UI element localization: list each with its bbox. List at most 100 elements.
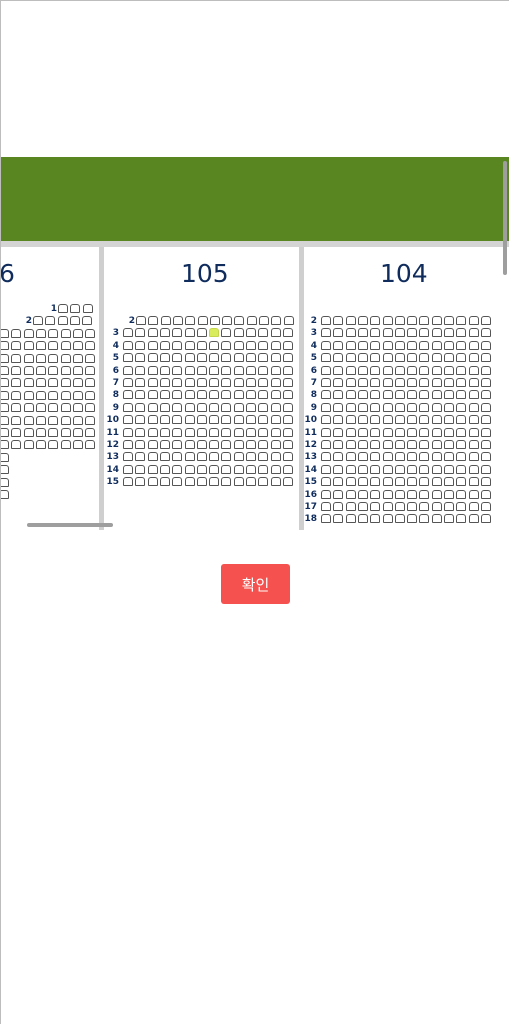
confirm-button[interactable]: 확인 [221, 564, 290, 604]
seat[interactable] [11, 378, 22, 388]
seat[interactable] [233, 402, 244, 412]
seat[interactable] [333, 390, 344, 400]
seat[interactable] [282, 328, 293, 338]
seat[interactable] [72, 440, 83, 450]
seat[interactable] [407, 477, 418, 487]
seat[interactable] [60, 403, 71, 413]
seat[interactable] [1, 452, 9, 462]
seat[interactable] [159, 440, 170, 449]
seat[interactable] [160, 316, 171, 325]
seat[interactable] [333, 316, 344, 325]
seat[interactable] [221, 402, 232, 412]
seat[interactable] [159, 378, 170, 387]
seat[interactable] [345, 316, 356, 325]
seat[interactable] [321, 365, 331, 375]
seat[interactable] [407, 464, 418, 474]
seat[interactable] [321, 440, 331, 449]
seat[interactable] [246, 390, 256, 400]
seat[interactable] [345, 378, 356, 387]
seat[interactable] [407, 427, 418, 437]
seat[interactable] [444, 415, 454, 425]
seat[interactable] [407, 365, 418, 375]
seat[interactable] [23, 415, 34, 425]
seat[interactable] [394, 427, 405, 437]
seat[interactable] [357, 464, 368, 474]
seat[interactable] [233, 464, 244, 474]
seat[interactable] [468, 378, 479, 387]
seat[interactable] [431, 365, 442, 375]
seat[interactable] [123, 365, 133, 375]
seat[interactable] [147, 353, 158, 363]
seat[interactable] [209, 340, 220, 350]
seat[interactable] [135, 415, 146, 425]
seat[interactable] [45, 316, 56, 326]
seat[interactable] [419, 415, 430, 425]
seat[interactable] [123, 328, 133, 338]
seat[interactable] [480, 365, 491, 375]
seat[interactable] [282, 427, 293, 437]
seat[interactable] [123, 402, 133, 412]
seat[interactable] [135, 477, 146, 487]
seat[interactable] [196, 340, 207, 350]
seat[interactable] [382, 402, 393, 412]
seat[interactable] [147, 440, 158, 449]
seat[interactable] [282, 378, 293, 387]
seat[interactable] [468, 353, 479, 363]
seat[interactable] [321, 353, 331, 363]
seat[interactable] [85, 353, 96, 363]
seat[interactable] [468, 489, 479, 499]
seat[interactable] [370, 477, 381, 487]
seat[interactable] [419, 502, 430, 511]
seat[interactable] [382, 316, 393, 325]
seat[interactable] [333, 440, 344, 449]
seat[interactable] [72, 378, 83, 388]
seat[interactable] [419, 452, 430, 462]
seat[interactable] [221, 452, 232, 462]
seat[interactable] [456, 353, 467, 363]
seat[interactable] [1, 403, 9, 413]
seat[interactable] [246, 378, 256, 387]
seat[interactable] [407, 378, 418, 387]
seat[interactable] [370, 365, 381, 375]
seat[interactable] [57, 316, 68, 326]
seat[interactable] [333, 477, 344, 487]
seat[interactable] [480, 328, 491, 338]
seat[interactable] [1, 390, 9, 400]
seat[interactable] [394, 464, 405, 474]
seat[interactable] [468, 402, 479, 412]
seat[interactable] [11, 440, 22, 450]
seat[interactable] [270, 402, 281, 412]
seat[interactable] [135, 365, 146, 375]
seat[interactable] [172, 452, 183, 462]
seat[interactable] [456, 415, 467, 425]
seat[interactable] [258, 402, 269, 412]
seat[interactable] [357, 415, 368, 425]
seat[interactable] [468, 452, 479, 462]
seat[interactable] [444, 365, 454, 375]
seat[interactable] [258, 452, 269, 462]
seat[interactable] [480, 452, 491, 462]
seat[interactable] [184, 427, 195, 437]
seat[interactable] [147, 427, 158, 437]
seat[interactable] [444, 452, 454, 462]
seat[interactable] [221, 328, 232, 338]
seat[interactable] [394, 514, 405, 524]
seat[interactable] [209, 440, 220, 449]
seat[interactable] [480, 378, 491, 387]
seat[interactable] [370, 489, 381, 499]
seat[interactable] [147, 477, 158, 487]
seat[interactable] [407, 502, 418, 511]
seat[interactable] [394, 328, 405, 338]
seat[interactable] [282, 464, 293, 474]
seat[interactable] [258, 340, 269, 350]
seat[interactable] [135, 464, 146, 474]
seat[interactable] [11, 341, 22, 351]
seat[interactable] [258, 378, 269, 387]
seat[interactable] [123, 452, 133, 462]
seat[interactable] [382, 427, 393, 437]
seat[interactable] [333, 514, 344, 524]
seat[interactable] [221, 427, 232, 437]
seat[interactable] [370, 340, 381, 350]
horizontal-scrollbar[interactable] [27, 523, 113, 527]
seat[interactable] [1, 378, 9, 388]
